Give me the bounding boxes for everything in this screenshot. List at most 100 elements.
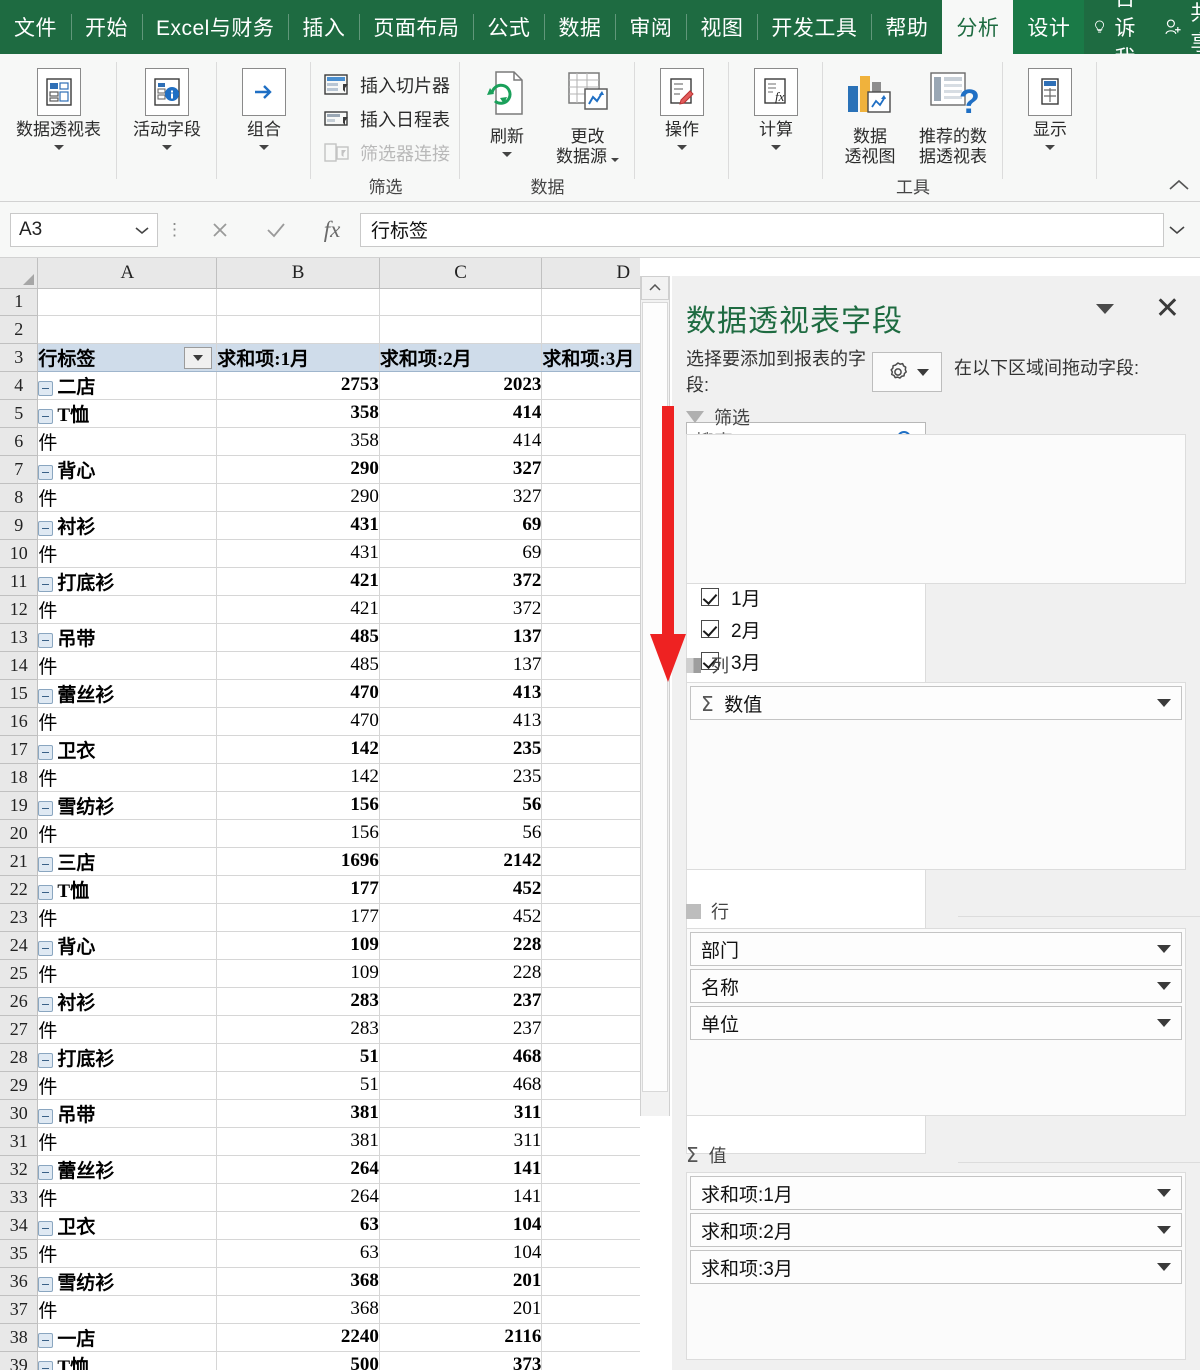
formula-bar-handle[interactable]: ⋮ [158,220,192,240]
row-field-pill[interactable]: 部门 [690,932,1182,966]
pivot-value-c[interactable] [379,315,543,344]
pivot-value-d[interactable]: 480 [541,735,640,764]
tab-review[interactable]: 审阅 [615,0,686,54]
pivot-value-b[interactable]: 368 [216,1267,380,1296]
row-header[interactable]: 5 [0,398,39,428]
pivot-row-label[interactable]: T恤 [37,399,218,428]
pivot-row-label[interactable]: 背心 [37,931,218,960]
pivot-value-b[interactable]: 381 [216,1127,380,1156]
pivot-value-d[interactable]: 273 [541,1211,640,1240]
collapse-expand-icon[interactable] [38,688,54,704]
row-header[interactable]: 21 [0,846,39,876]
pivot-value-c[interactable]: 373 [379,1351,543,1370]
table-row[interactable]: 21 三店 169621422331 [0,846,640,876]
pivot-value-b[interactable]: 264 [216,1183,380,1212]
pivot-row-label[interactable]: 件 [37,1183,218,1212]
pivot-value-c[interactable]: 2142 [379,847,543,876]
pivot-value-b[interactable]: 381 [216,1099,380,1128]
table-row[interactable]: 5 T恤 35841471 [0,398,640,428]
table-row[interactable]: 32 蕾丝衫 264141360 [0,1154,640,1184]
table-row[interactable]: 1 [0,287,640,316]
pivot-value-d[interactable]: 436 [541,1295,640,1324]
pivot-row-label[interactable]: 衬衫 [37,511,218,540]
row-header[interactable]: 34 [0,1210,39,1240]
checkbox-icon[interactable] [701,588,719,606]
pivot-value-d[interactable]: 132 [541,623,640,652]
pivot-value-c[interactable]: 2023 [379,371,543,400]
pivot-row-label[interactable]: 打底衫 [37,1043,218,1072]
pivot-value-b[interactable]: 156 [216,819,380,848]
pivot-value-b[interactable]: 421 [216,595,380,624]
row-header[interactable]: 4 [0,370,39,400]
collapse-expand-icon[interactable] [38,576,54,592]
chevron-down-icon[interactable] [1157,1019,1171,1027]
pivot-value-b[interactable]: 264 [216,1155,380,1184]
row-header[interactable]: 16 [0,706,39,736]
pivot-value-c[interactable]: 372 [379,567,543,596]
recommended-pivottables-button[interactable]: ? 推荐的数 据透视表 [913,64,993,167]
collapse-ribbon-button[interactable] [1168,177,1190,197]
pivot-value-c[interactable]: 235 [379,735,543,764]
pivot-row-label[interactable]: 件 [37,1239,218,1268]
field-list-item[interactable]: 1月 [687,581,925,613]
pivot-row-label[interactable]: 件 [37,483,218,512]
pivot-value-c[interactable]: 237 [379,1015,543,1044]
row-header[interactable]: 28 [0,1042,39,1072]
pivot-row-label[interactable]: 雪纺衫 [37,791,218,820]
chevron-down-icon[interactable] [1157,982,1171,990]
row-header[interactable]: 1 [0,287,39,316]
pivot-value-b[interactable]: 63 [216,1239,380,1268]
scroll-up-button[interactable] [641,276,669,300]
row-header[interactable]: 29 [0,1070,39,1100]
chevron-down-icon[interactable] [1157,1263,1171,1271]
sheet-vertical-scrollbar[interactable] [640,276,670,1116]
pivot-value-d[interactable]: 267 [541,987,640,1016]
pivot-value-c[interactable]: 141 [379,1155,543,1184]
calculations-button[interactable]: fx 计算 [739,64,813,150]
pivot-value-c[interactable]: 311 [379,1099,543,1128]
column-header-b[interactable]: B [216,258,380,289]
pivot-value-b[interactable]: 1696 [216,847,380,876]
table-row[interactable]: 9 衬衫 43169130 [0,510,640,540]
row-header[interactable]: 30 [0,1098,39,1128]
pivot-value-b[interactable]: 431 [216,539,380,568]
pivot-value-c[interactable]: 372 [379,595,543,624]
pivot-row-label[interactable]: 蕾丝衫 [37,1155,218,1184]
pivot-value-d[interactable]: 135 [541,483,640,512]
pivot-value-c[interactable]: 235 [379,763,543,792]
row-header[interactable]: 20 [0,818,39,848]
panel-layout-options-button[interactable] [872,352,942,392]
tab-developer[interactable]: 开发工具 [757,0,871,54]
pivot-value-d[interactable]: 71 [541,399,640,428]
chevron-down-icon[interactable] [162,145,172,150]
table-row[interactable]: 2 [0,315,640,344]
row-header[interactable]: 2 [0,315,39,344]
row-header[interactable]: 25 [0,958,39,988]
pivot-value-c[interactable]: 413 [379,707,543,736]
pivot-value-b[interactable]: 290 [216,455,380,484]
group-button[interactable]: 组合 [227,64,301,150]
table-row[interactable]: 33件 264141360 [0,1182,640,1212]
pivot-header-c[interactable]: 求和项:2月 [379,343,543,372]
row-header[interactable]: 11 [0,566,39,596]
table-row[interactable]: 23件 177452406 [0,902,640,932]
pivot-value-c[interactable] [379,288,543,316]
pivot-row-label[interactable]: T恤 [37,1351,218,1370]
pivot-value-c[interactable]: 69 [379,511,543,540]
value-field-pill[interactable]: 求和项:1月 [690,1176,1182,1210]
row-header[interactable]: 13 [0,622,39,652]
pivot-row-label[interactable]: 二店 [37,371,218,400]
pivot-row-label[interactable]: 件 [37,1015,218,1044]
row-header[interactable]: 37 [0,1294,39,1324]
tab-page-layout[interactable]: 页面布局 [359,0,473,54]
expand-formula-bar-button[interactable] [1164,222,1190,238]
pivot-row-label[interactable]: 件 [37,539,218,568]
pivot-value-b[interactable]: 51 [216,1071,380,1100]
pivot-value-d[interactable]: 185 [541,1127,640,1156]
pivot-value-c[interactable]: 104 [379,1239,543,1268]
pivot-value-d[interactable]: 130 [541,539,640,568]
row-header[interactable]: 6 [0,426,39,456]
tab-view[interactable]: 视图 [686,0,757,54]
spreadsheet-grid[interactable]: A B C D 1 2 3 行标签 求和项:1月 求和项:2月 求和项:3月 4 二店 2753 2… [0,258,640,1370]
pivot-value-d[interactable]: 130 [541,511,640,540]
